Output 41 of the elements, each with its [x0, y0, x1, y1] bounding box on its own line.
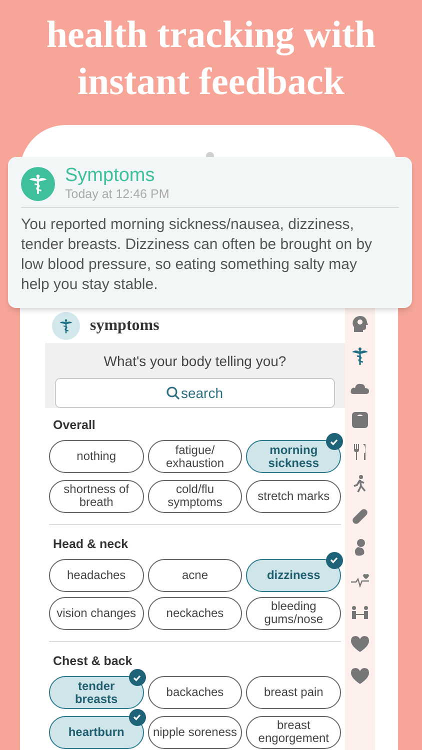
section-title: Overall — [52, 417, 96, 434]
symptom-chip[interactable]: tender breasts — [49, 676, 144, 709]
notification-time: Today at 12:46 PM — [65, 187, 170, 202]
check-icon — [128, 708, 146, 726]
symptom-chip[interactable]: acne — [148, 558, 242, 592]
head-icon[interactable] — [350, 314, 370, 334]
symptom-chip[interactable]: fatigue/ exhaustion — [148, 440, 242, 473]
symptom-chip[interactable]: nipple soreness — [148, 716, 242, 748]
headline: health tracking with — [46, 13, 376, 58]
symptom-chip[interactable]: dizziness — [246, 558, 341, 592]
symptom-chip[interactable]: stretch marks — [246, 480, 341, 512]
symptom-chip[interactable]: neckaches — [148, 596, 242, 630]
symptom-chip[interactable]: morning sickness — [246, 440, 341, 473]
search-icon — [166, 386, 180, 400]
symptom-chip[interactable]: backaches — [148, 676, 242, 709]
symptom-chip[interactable]: vision changes — [49, 596, 144, 630]
section-title: Head & neck — [52, 536, 130, 553]
heart-icon[interactable] — [350, 666, 370, 686]
notification-title: Symptoms — [65, 165, 156, 187]
check-icon — [326, 433, 343, 450]
symptom-chip[interactable]: breast pain — [246, 676, 341, 709]
caduceus-icon — [21, 166, 55, 200]
search-field[interactable]: search — [55, 378, 335, 408]
symptom-chip[interactable]: nothing — [49, 440, 144, 473]
symptom-chip[interactable]: headaches — [49, 558, 144, 592]
headline: instant feedback — [77, 60, 345, 105]
heart-icon[interactable] — [350, 634, 370, 654]
notification-body: You reported morning sickness/nausea, dizziness, tender breasts. Dizziness can often be brought on by low blood pressure, so eating something salty may help you stay stable. — [21, 215, 374, 295]
symptom-chip[interactable]: breast engorgement — [246, 716, 341, 748]
prompt-text: What's your body telling you? — [104, 352, 286, 372]
check-icon — [128, 669, 146, 686]
symptom-chip[interactable]: cold/flu symptoms — [148, 480, 242, 512]
section-title: Chest & back — [52, 653, 134, 670]
caduceus-icon — [52, 312, 80, 340]
scale-icon[interactable] — [350, 410, 370, 430]
symptom-chip[interactable]: heartburn — [49, 716, 144, 748]
symptom-chip[interactable]: shortness of breath — [49, 480, 144, 512]
screen-title: symptoms — [90, 316, 160, 336]
check-icon — [326, 552, 343, 569]
symptom-chip[interactable]: bleeding gums/nose — [246, 596, 341, 630]
caduceus-icon[interactable] — [350, 346, 370, 366]
